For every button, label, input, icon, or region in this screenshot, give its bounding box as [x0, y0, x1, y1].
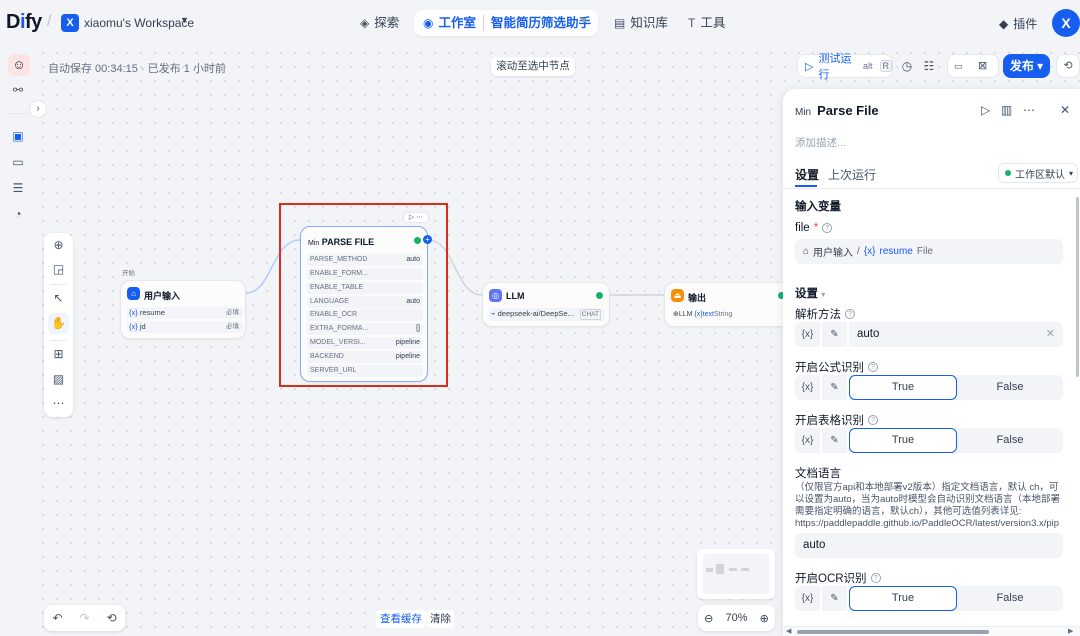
- panel-title: Min Parse File: [795, 103, 879, 118]
- parse-method-input[interactable]: auto ✕: [849, 322, 1063, 347]
- pencil-icon[interactable]: ✎: [822, 586, 847, 611]
- node-user-input[interactable]: ⌂ 用户输入 {x} resume 必填 {x} jd 必填: [120, 280, 246, 339]
- file-variable-select[interactable]: ⌂ 用户输入 / {x} resume File: [795, 239, 1063, 264]
- history-icon[interactable]: ⟲: [106, 611, 116, 625]
- description-input[interactable]: 添加描述...: [795, 135, 846, 150]
- llm-icon: ◎: [489, 289, 502, 302]
- success-icon: [596, 292, 603, 299]
- false-option[interactable]: False: [957, 428, 1063, 453]
- model-row: ⌁ deepseek-ai/DeepSe... CHAT: [489, 308, 605, 321]
- clear-icon: ✕: [1045, 328, 1055, 340]
- minimap[interactable]: [697, 549, 775, 599]
- checklist-run-icon[interactable]: ◷: [895, 54, 919, 78]
- publish-button[interactable]: 发布 ▾: [1003, 54, 1050, 78]
- node-output[interactable]: ⏏ 输出 ⊕LLM {x}textString: [664, 282, 790, 327]
- home-icon: ⌂: [803, 246, 810, 257]
- zoom-level[interactable]: 70%: [725, 612, 747, 624]
- deepseek-icon: ⌁: [491, 309, 496, 318]
- scroll-right-icon[interactable]: ▶: [1068, 627, 1073, 636]
- help-icon: ?: [868, 415, 878, 425]
- pencil-icon[interactable]: ✎: [822, 322, 847, 347]
- env-select[interactable]: 工作区默认 ▾: [998, 163, 1078, 183]
- output-icon: ⏏: [671, 289, 684, 302]
- table-toggle: True False: [849, 428, 1063, 453]
- doc-lang-description: （仅限官方api和本地部署v2版本）指定文档语言，默认 ch，可以设置为auto…: [795, 482, 1060, 529]
- help-icon: ?: [868, 362, 878, 372]
- variable-icon[interactable]: ⊠: [978, 55, 987, 77]
- true-option[interactable]: True: [849, 586, 957, 611]
- settings-heading[interactable]: 设置 ▾: [795, 285, 825, 301]
- test-run-button[interactable]: ▷ 测试运行 alt R: [797, 53, 893, 81]
- tab-last-run[interactable]: 上次运行: [828, 166, 876, 183]
- table-label: 开启表格识别?: [795, 412, 878, 428]
- true-option[interactable]: True: [849, 428, 957, 453]
- output-var: ⊕LLM {x}textString: [673, 311, 733, 318]
- formula-row: {x} ✎ True False: [795, 375, 1063, 400]
- minimap-viewport: [703, 554, 769, 594]
- doc-lang-input[interactable]: auto: [795, 533, 1063, 558]
- false-option[interactable]: False: [957, 375, 1063, 400]
- close-icon[interactable]: ✕: [1060, 103, 1070, 117]
- input-vars-heading: 输入变量: [795, 201, 841, 213]
- zoom-controls: ⊖ 70% ⊕: [698, 605, 775, 631]
- run-node-icon[interactable]: ▷: [981, 103, 990, 117]
- parse-method-label: 解析方法?: [795, 306, 855, 322]
- view-cache-button[interactable]: 查看缓存: [376, 610, 426, 628]
- variable-icon[interactable]: {x}: [795, 322, 820, 347]
- var-row: {x} jd 必填: [127, 321, 243, 333]
- tab-divider: [783, 188, 1080, 189]
- checklist-icon[interactable]: ☷: [917, 54, 941, 78]
- help-icon: ?: [845, 309, 855, 319]
- version-history-icon[interactable]: ⟲: [1056, 54, 1080, 78]
- more-icon[interactable]: ⋯: [1023, 103, 1035, 117]
- ocr-toggle: True False: [849, 586, 1063, 611]
- node-settings-panel: Min Parse File ▷ ▥ ⋯ ✕ 添加描述... 设置 上次运行 工…: [783, 89, 1080, 636]
- table-row: {x} ✎ True False: [795, 428, 1063, 453]
- minimap-nodes: [706, 564, 749, 574]
- doc-lang-label: 文档语言: [795, 468, 841, 480]
- home-icon: ⌂: [127, 287, 140, 300]
- history-controls: ↶ ↷ ⟲: [44, 605, 125, 631]
- undo-icon[interactable]: ↶: [52, 611, 62, 625]
- zoom-in-icon[interactable]: ⊕: [760, 612, 769, 625]
- chevron-down-icon: ▾: [1069, 168, 1074, 178]
- variable-icon[interactable]: {x}: [795, 428, 820, 453]
- pencil-icon[interactable]: ✎: [822, 375, 847, 400]
- help-icon: ?: [870, 573, 881, 583]
- parse-method-row: {x} ✎ auto ✕: [795, 322, 1063, 347]
- formula-toggle: True False: [849, 375, 1063, 400]
- clear-button[interactable]: 清除: [427, 610, 454, 628]
- true-option[interactable]: True: [849, 375, 957, 400]
- node-title: 输出: [688, 293, 707, 303]
- file-label: file *?: [795, 222, 833, 234]
- formula-label: 开启公式识别?: [795, 359, 878, 375]
- redo-icon[interactable]: ↷: [79, 611, 89, 625]
- var-row: {x} resume 必填: [127, 307, 243, 319]
- variable-icon[interactable]: {x}: [795, 375, 820, 400]
- active-tab-indicator: [795, 185, 817, 187]
- node-llm[interactable]: ◎ LLM ⌁ deepseek-ai/DeepSe... CHAT: [482, 282, 610, 327]
- node-title: 用户输入: [144, 291, 181, 301]
- variable-icon[interactable]: {x}: [795, 586, 820, 611]
- help-doc-icon[interactable]: ▥: [1001, 103, 1012, 117]
- env-icon[interactable]: ▭: [954, 55, 963, 77]
- help-icon: ?: [822, 223, 833, 233]
- zoom-out-icon[interactable]: ⊖: [704, 612, 713, 625]
- pencil-icon[interactable]: ✎: [822, 428, 847, 453]
- ocr-row: {x} ✎ True False: [795, 586, 1063, 611]
- play-icon: ▷: [805, 60, 814, 73]
- horizontal-scrollbar[interactable]: ◀ ▶: [783, 626, 1080, 636]
- tab-settings[interactable]: 设置: [795, 166, 819, 183]
- selection-highlight: [279, 203, 448, 387]
- false-option[interactable]: False: [957, 586, 1063, 611]
- ocr-label: 开启OCR识别?: [795, 570, 881, 586]
- node-title: LLM: [506, 291, 525, 301]
- status-dot: [1005, 170, 1011, 176]
- vertical-scrollbar[interactable]: [1076, 197, 1079, 377]
- scroll-left-icon[interactable]: ◀: [786, 627, 791, 636]
- scrollbar-thumb[interactable]: [797, 630, 989, 634]
- env-tools: ▭ ⊠: [947, 54, 999, 78]
